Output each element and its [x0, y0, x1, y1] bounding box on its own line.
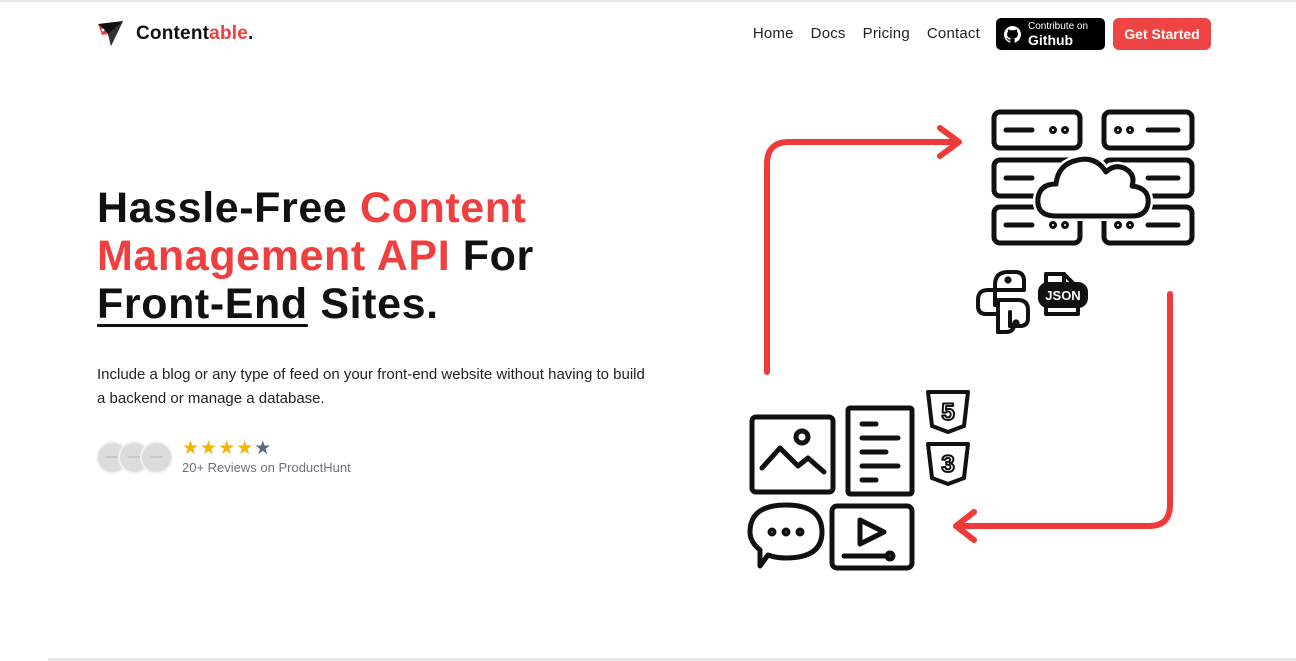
- get-started-button[interactable]: Get Started: [1113, 18, 1211, 50]
- brand-logo[interactable]: Contentable.: [97, 20, 253, 47]
- review-meta: ★ ★ ★ ★ ★ 20+ Reviews on ProductHunt: [182, 438, 351, 475]
- star-icon: ★: [182, 438, 200, 459]
- reviews-count-text: 20+ Reviews on ProductHunt: [182, 460, 351, 475]
- css3-icon: 3: [926, 442, 970, 486]
- svg-text:3: 3: [941, 451, 954, 478]
- image-icon: [749, 414, 836, 495]
- hero-title: Hassle-Free Content Management API For Fr…: [97, 184, 534, 328]
- flow-arrow-up: [764, 125, 962, 375]
- brand-name: Contentable.: [136, 22, 254, 44]
- json-file-icon: JSON: [1038, 272, 1088, 316]
- reviews-block[interactable]: ★ ★ ★ ★ ★ 20+ Reviews on ProductHunt: [96, 438, 351, 475]
- avatar: [140, 441, 173, 474]
- star-icon: ★: [236, 438, 254, 459]
- github-icon: [1004, 25, 1021, 43]
- github-small-label: Contribute on: [1028, 20, 1089, 32]
- nav-link-pricing[interactable]: Pricing: [863, 25, 910, 42]
- document-icon: [845, 405, 915, 497]
- star-icon: ★: [200, 438, 218, 459]
- flow-arrow-down: [953, 291, 1173, 543]
- github-button[interactable]: Contribute on Github: [996, 18, 1105, 50]
- github-button-text: Contribute on Github: [1028, 20, 1089, 48]
- reviewer-avatars: [96, 441, 173, 474]
- nav-link-docs[interactable]: Docs: [811, 25, 846, 42]
- nav-link-home[interactable]: Home: [753, 25, 794, 42]
- star-icon: ★: [218, 438, 236, 459]
- navbar: Contentable. Home Docs Pricing Contact C…: [0, 0, 1296, 68]
- github-big-label: Github: [1028, 31, 1074, 48]
- nav-link-contact[interactable]: Contact: [927, 25, 980, 42]
- html5-icon: 5: [926, 390, 970, 434]
- python-icon: [976, 270, 1030, 334]
- chat-bubble-icon: [747, 502, 825, 569]
- video-player-icon: [829, 503, 915, 571]
- cloud-icon: [1032, 154, 1154, 221]
- star-empty-icon: ★: [254, 438, 272, 459]
- svg-text:5: 5: [941, 399, 954, 426]
- star-rating: ★ ★ ★ ★ ★: [182, 438, 351, 459]
- api-flow-illustration: JSON 5 3: [747, 109, 1195, 571]
- nav-links: Home Docs Pricing Contact: [753, 25, 980, 42]
- paper-plane-logo-icon: [98, 21, 123, 46]
- svg-text:JSON: JSON: [1045, 288, 1080, 303]
- hero-subtitle: Include a blog or any type of feed on yo…: [97, 366, 645, 407]
